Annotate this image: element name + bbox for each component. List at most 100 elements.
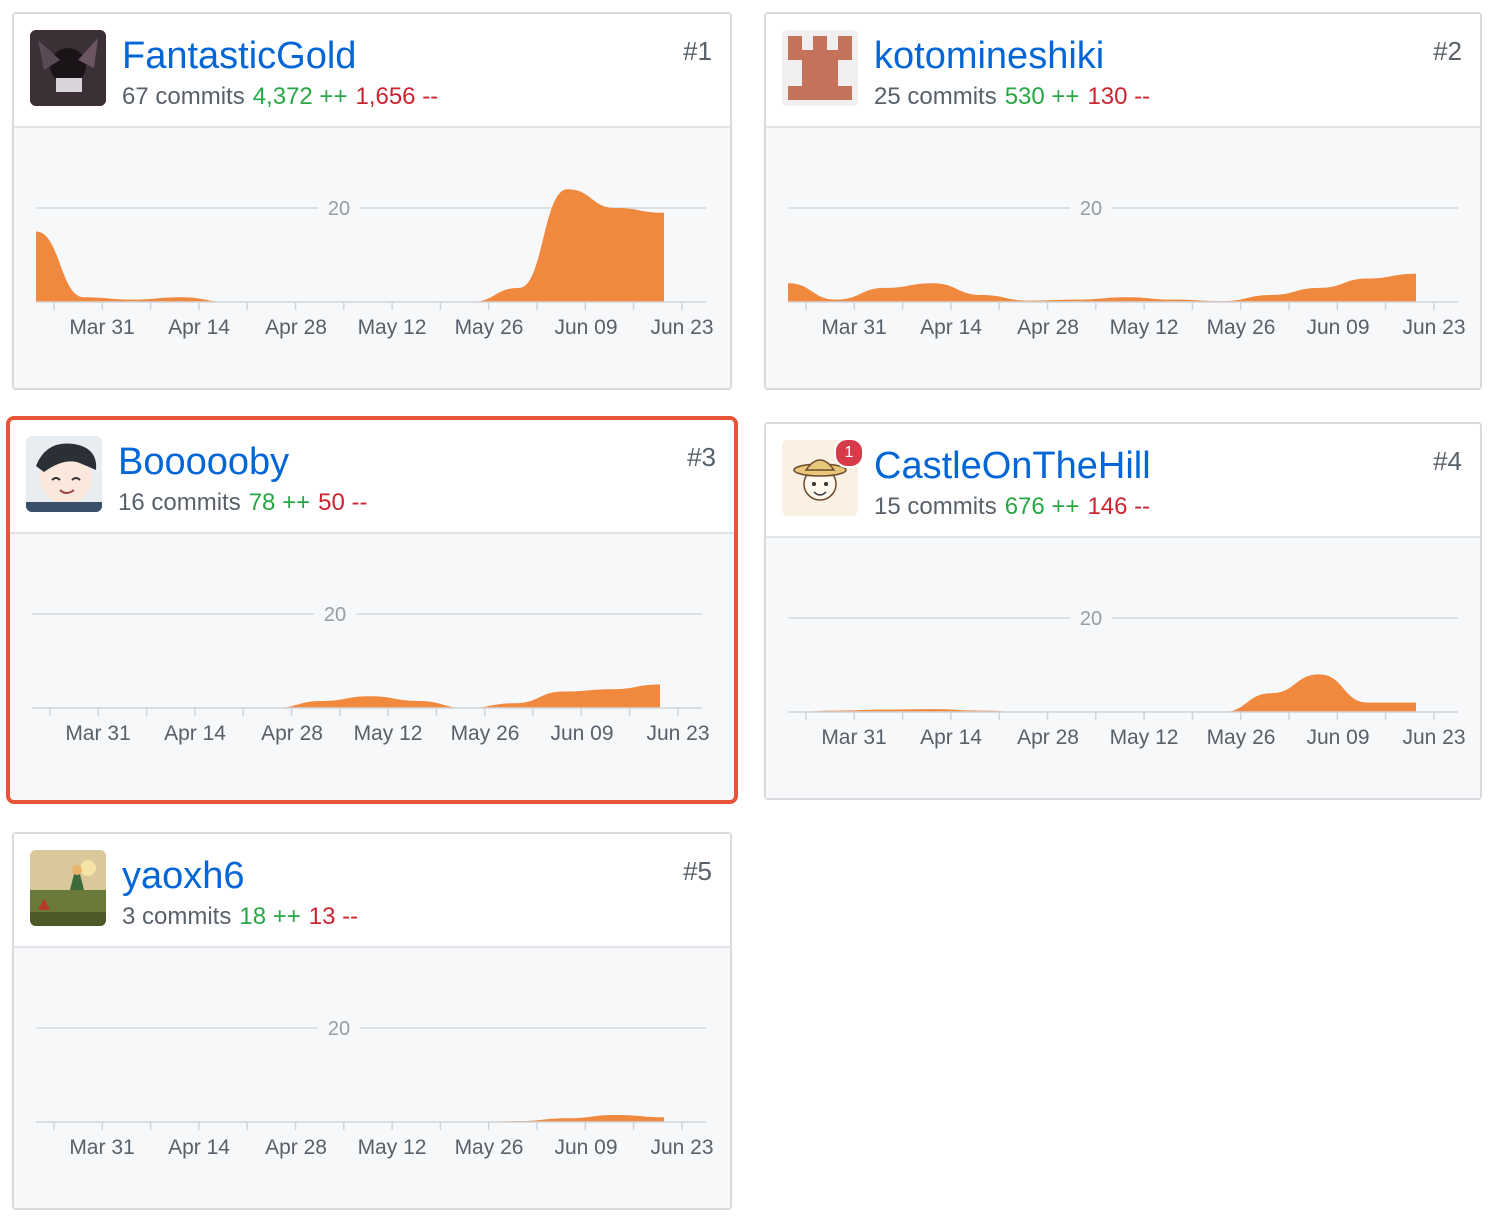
commit-stats: 16 commits 78 ++ 50 -- xyxy=(118,488,375,518)
commit-area-series xyxy=(32,684,660,708)
commit-count: 3 commits xyxy=(122,903,232,930)
x-tick-label: Apr 28 xyxy=(265,1136,327,1159)
commit-stats: 15 commits 676 ++ 146 -- xyxy=(874,492,1158,522)
contributor-card: kotomineshiki 25 commits 530 ++ 130 -- #2 20 M… xyxy=(764,12,1482,390)
x-tick-label: May 26 xyxy=(451,722,520,745)
commit-activity-chart: 20 Mar 31 Apr 14 Apr 28 May 12 May 26 Jun 09 Ju… xyxy=(766,128,1480,388)
x-tick-label: Apr 14 xyxy=(164,722,226,745)
commit-activity-chart: 20 Mar 31 Apr 14 Apr 28 May 12 May 26 Jun 09 Ju… xyxy=(766,538,1480,798)
x-tick-label: Jun 09 xyxy=(554,1136,617,1159)
contributor-card: 1 CastleOnTheHill 15 commits 676 ++ 146 -- #4… xyxy=(764,422,1482,800)
x-tick-label: Jun 09 xyxy=(1306,726,1369,749)
x-tick-label: Jun 23 xyxy=(650,316,713,339)
x-tick-label: Apr 28 xyxy=(1017,316,1079,339)
activity-area-chart: 20 Mar 31 Apr 14 Apr 28 May 12 May 26 Jun 09 Ju… xyxy=(32,601,710,745)
additions-count: 4,372 ++ xyxy=(252,83,348,110)
commit-count: 67 commits xyxy=(122,83,245,110)
commit-count: 25 commits xyxy=(874,83,997,110)
rank-label: #4 xyxy=(1433,446,1462,476)
contributor-card: yaoxh6 3 commits 18 ++ 13 -- #5 20 Mar 31 Apr 1… xyxy=(12,832,732,1210)
activity-area-chart: 20 Mar 31 Apr 14 Apr 28 May 12 May 26 Jun 09 Ju… xyxy=(788,605,1466,749)
commit-activity-chart: 20 Mar 31 Apr 14 Apr 28 May 12 May 26 Jun 09 Ju… xyxy=(14,128,730,388)
username-link[interactable]: Boooooby xyxy=(118,440,289,484)
x-tick-label: Mar 31 xyxy=(65,722,130,745)
card-header: FantasticGold 67 commits 4,372 ++ 1,656 -- #… xyxy=(14,14,730,128)
x-tick-label: May 26 xyxy=(1207,316,1276,339)
gridline-label: 20 xyxy=(328,1018,350,1040)
x-tick-label: Apr 28 xyxy=(261,722,323,745)
rank-label: #2 xyxy=(1433,36,1462,66)
x-tick-label: Jun 23 xyxy=(1402,316,1465,339)
contributor-card: FantasticGold 67 commits 4,372 ++ 1,656 -- #… xyxy=(12,12,732,390)
little-prince-avatar[interactable] xyxy=(30,850,106,926)
deletions-count: 130 -- xyxy=(1087,83,1151,110)
x-tick-label: Apr 28 xyxy=(1017,726,1079,749)
x-tick-label: Jun 09 xyxy=(1306,316,1369,339)
additions-count: 18 ++ xyxy=(239,903,301,930)
card-header: yaoxh6 3 commits 18 ++ 13 -- #5 xyxy=(14,834,730,948)
rank-label: #3 xyxy=(687,442,716,472)
x-tick-label: Apr 14 xyxy=(168,1136,230,1159)
notification-badge: 1 xyxy=(834,438,864,468)
gridline-label: 20 xyxy=(1080,198,1102,220)
x-tick-label: May 12 xyxy=(358,316,427,339)
commit-activity-chart: 20 Mar 31 Apr 14 Apr 28 May 12 May 26 Jun 09 Ju… xyxy=(14,948,730,1208)
dark-figure-avatar[interactable] xyxy=(30,30,106,106)
gridline-label: 20 xyxy=(328,198,350,220)
commit-area-series xyxy=(788,273,1416,302)
additions-count: 530 ++ xyxy=(1004,83,1080,110)
cartoon-face-avatar[interactable] xyxy=(26,436,102,512)
activity-area-chart: 20 Mar 31 Apr 14 Apr 28 May 12 May 26 Jun 09 Ju… xyxy=(36,189,714,339)
commit-stats: 67 commits 4,372 ++ 1,656 -- xyxy=(122,82,446,112)
deletions-count: 1,656 -- xyxy=(355,83,439,110)
contributor-card: Boooooby 16 commits 78 ++ 50 -- #3 20 Mar 31 Ap… xyxy=(6,416,738,804)
x-tick-label: Mar 31 xyxy=(69,316,134,339)
x-tick-label: May 12 xyxy=(358,1136,427,1159)
card-header: kotomineshiki 25 commits 530 ++ 130 -- #2 xyxy=(766,14,1480,128)
card-header: 1 CastleOnTheHill 15 commits 676 ++ 146 -- #4 xyxy=(766,424,1480,538)
x-tick-label: Jun 23 xyxy=(650,1136,713,1159)
commit-area-series xyxy=(36,1114,664,1122)
gridline-label: 20 xyxy=(324,604,346,626)
x-tick-label: Apr 14 xyxy=(168,316,230,339)
username-link[interactable]: FantasticGold xyxy=(122,34,356,78)
deletions-count: 13 -- xyxy=(308,903,359,930)
username-link[interactable]: kotomineshiki xyxy=(874,34,1104,78)
additions-count: 78 ++ xyxy=(248,489,311,516)
identicon-avatar[interactable] xyxy=(782,30,858,106)
x-tick-label: Jun 09 xyxy=(550,722,613,745)
rank-label: #5 xyxy=(683,856,712,886)
card-header: Boooooby 16 commits 78 ++ 50 -- #3 xyxy=(10,420,734,534)
activity-area-chart: 20 Mar 31 Apr 14 Apr 28 May 12 May 26 Jun 09 Ju… xyxy=(36,1015,714,1159)
contributors-grid: FantasticGold 67 commits 4,372 ++ 1,656 -- #… xyxy=(0,0,1488,1224)
username-link[interactable]: yaoxh6 xyxy=(122,854,245,898)
x-tick-label: May 12 xyxy=(1110,316,1179,339)
x-tick-label: May 26 xyxy=(1207,726,1276,749)
deletions-count: 146 -- xyxy=(1087,493,1151,520)
x-tick-label: Mar 31 xyxy=(821,726,886,749)
x-tick-label: May 12 xyxy=(1110,726,1179,749)
x-tick-label: Jun 23 xyxy=(1402,726,1465,749)
x-tick-label: May 12 xyxy=(354,722,423,745)
gridline-label: 20 xyxy=(1080,608,1102,630)
x-tick-label: Mar 31 xyxy=(821,316,886,339)
commit-count: 15 commits xyxy=(874,493,997,520)
x-tick-label: Mar 31 xyxy=(69,1136,134,1159)
deletions-count: 50 -- xyxy=(318,489,368,516)
username-link[interactable]: CastleOnTheHill xyxy=(874,444,1151,488)
x-tick-label: Apr 14 xyxy=(920,316,982,339)
commit-count: 16 commits xyxy=(118,489,241,516)
commit-area-series xyxy=(788,674,1416,712)
activity-area-chart: 20 Mar 31 Apr 14 Apr 28 May 12 May 26 Jun 09 Ju… xyxy=(788,195,1466,339)
rank-label: #1 xyxy=(683,36,712,66)
x-tick-label: Apr 28 xyxy=(265,316,327,339)
commit-stats: 25 commits 530 ++ 130 -- xyxy=(874,82,1158,112)
x-tick-label: Apr 14 xyxy=(920,726,982,749)
x-tick-label: Jun 09 xyxy=(554,316,617,339)
x-tick-label: Jun 23 xyxy=(646,722,709,745)
additions-count: 676 ++ xyxy=(1004,493,1080,520)
x-tick-label: May 26 xyxy=(455,316,524,339)
x-tick-label: May 26 xyxy=(455,1136,524,1159)
commit-activity-chart: 20 Mar 31 Apr 14 Apr 28 May 12 May 26 Jun 09 Ju… xyxy=(10,534,734,800)
commit-stats: 3 commits 18 ++ 13 -- xyxy=(122,902,366,932)
